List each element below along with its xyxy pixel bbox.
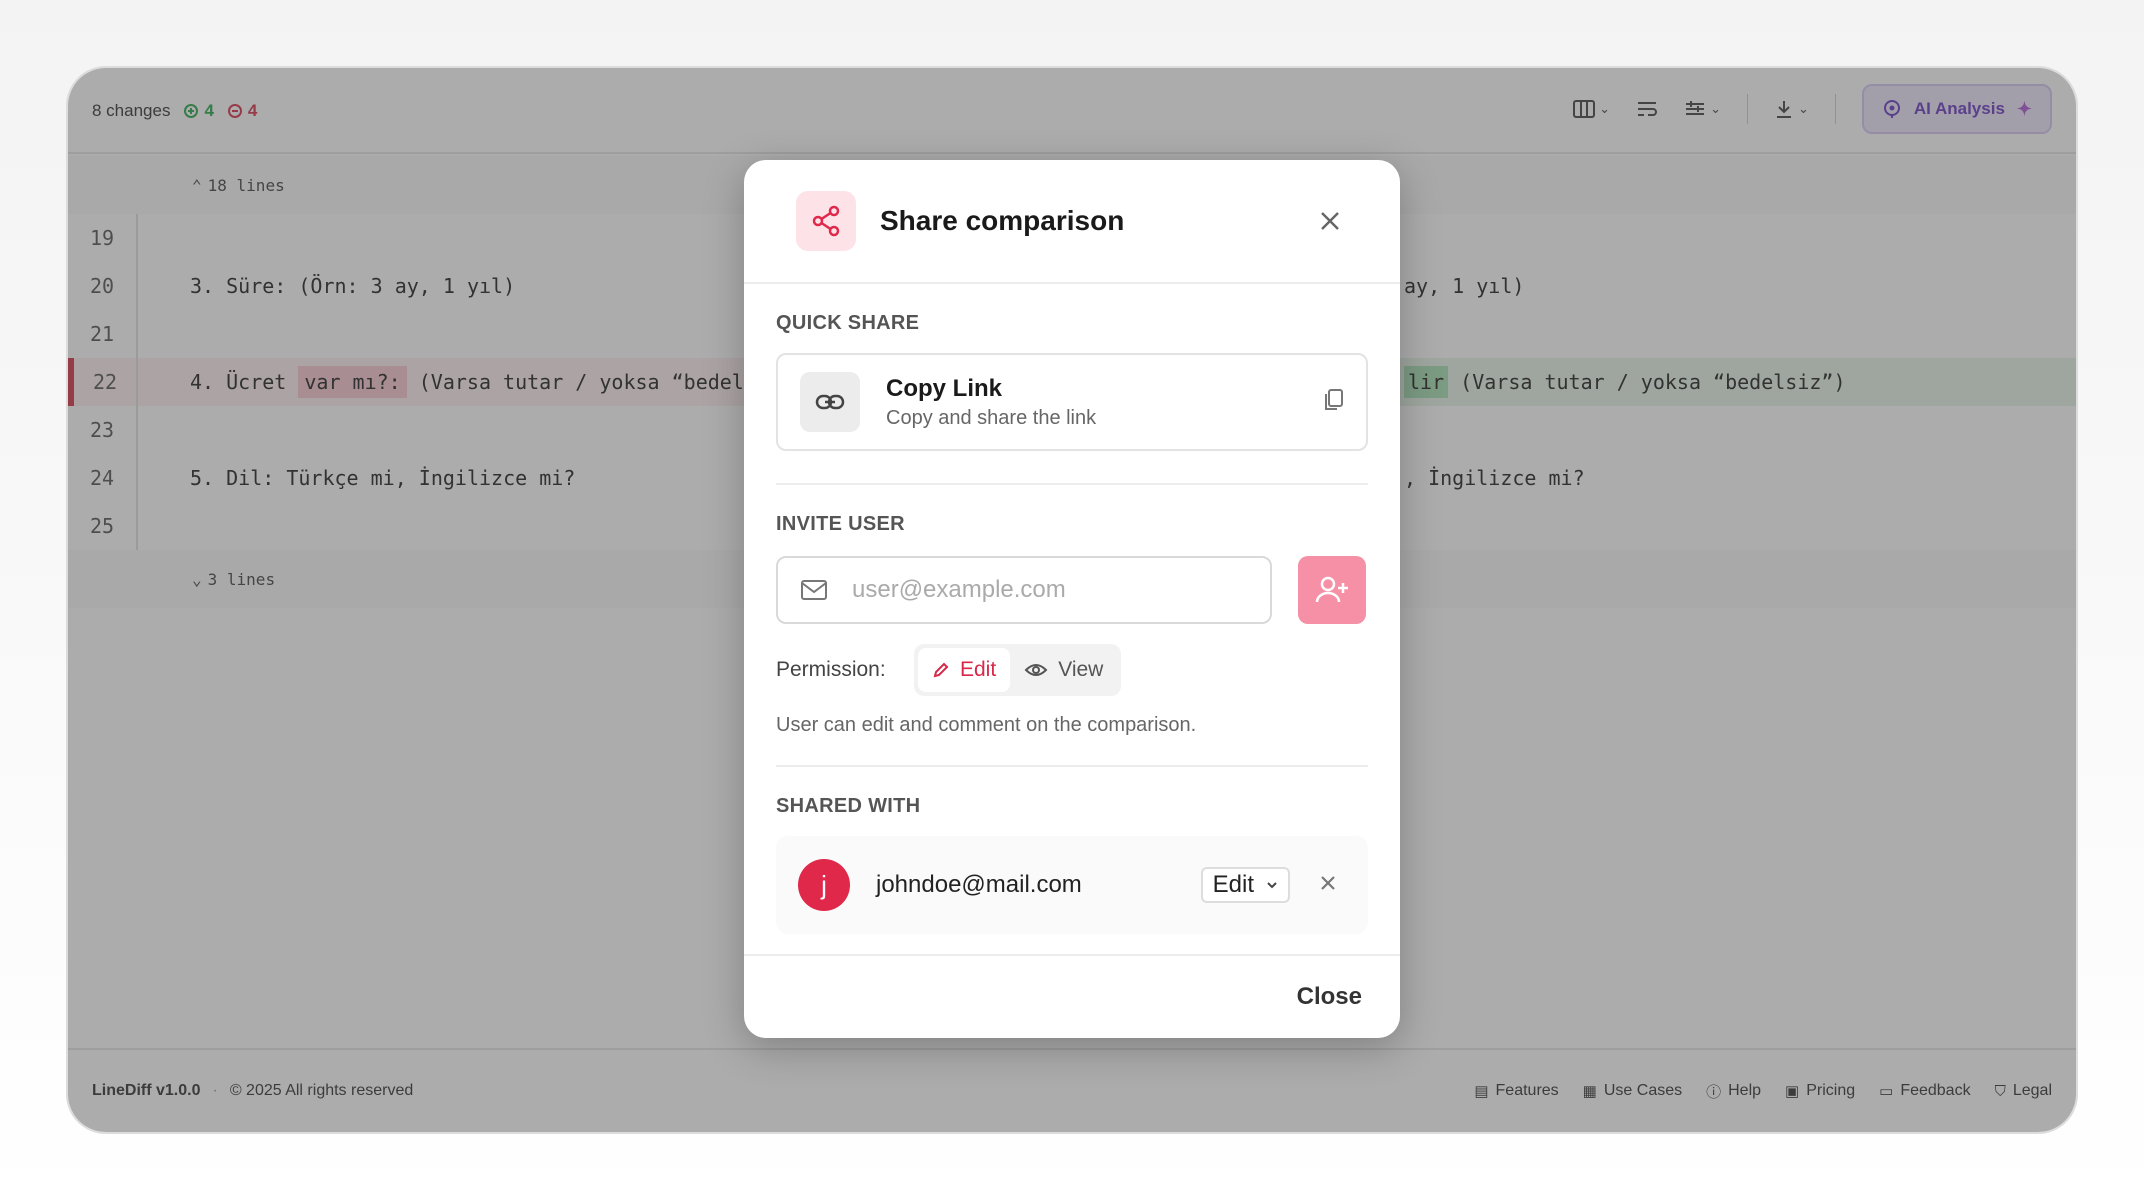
dialog-header: Share comparison [744,160,1400,284]
close-icon[interactable] [1312,203,1348,239]
permission-view-label: View [1058,658,1104,681]
copy-link-title: Copy Link [886,374,1003,402]
invite-section: INVITE USER Permission: Edit View [744,485,1400,737]
role-select[interactable]: Edit [1200,867,1290,903]
link-icon [800,372,860,432]
user-plus-icon [1315,576,1348,603]
section-title: SHARED WITH [776,795,921,817]
permission-description: User can edit and comment on the compari… [776,714,1197,736]
section-title: QUICK SHARE [776,312,920,334]
share-dialog: Share comparison QUICK SHARE Copy Link C… [744,160,1400,1038]
section-title: INVITE USER [776,513,905,535]
shared-user-email: johndoe@mail.com [876,871,1082,898]
mail-icon [801,580,827,600]
eye-icon [1024,664,1048,676]
pencil-icon [933,662,949,678]
add-user-button[interactable] [1298,556,1366,624]
permission-edit-option[interactable]: Edit [918,648,1011,692]
shared-user-row: j johndoe@mail.com Edit [776,836,1368,934]
shared-with-section: SHARED WITH j johndoe@mail.com Edit [744,767,1400,934]
close-button[interactable]: Close [1297,983,1362,1011]
permission-view-option[interactable]: View [1010,648,1117,692]
copy-link-text: Copy Link Copy and share the link [886,375,1096,430]
quick-share-section: QUICK SHARE Copy Link Copy and share the… [744,284,1400,451]
permission-row: Permission: Edit View [776,644,1368,696]
invite-row [776,556,1368,624]
permission-label: Permission: [776,658,886,681]
permission-toggle: Edit View [914,644,1122,696]
remove-user-icon[interactable] [1318,873,1338,898]
email-input[interactable] [852,576,1232,604]
role-value: Edit [1212,871,1254,898]
dialog-footer: Close [744,954,1400,1038]
email-field[interactable] [776,556,1272,624]
copy-link-subtitle: Copy and share the link [886,406,1097,429]
chevron-down-icon [1267,882,1277,889]
copy-icon[interactable] [1322,388,1344,417]
share-icon [796,191,856,251]
avatar: j [798,859,850,911]
copy-link-card[interactable]: Copy Link Copy and share the link [776,353,1368,451]
permission-edit-label: Edit [960,658,997,681]
dialog-title: Share comparison [880,205,1125,236]
